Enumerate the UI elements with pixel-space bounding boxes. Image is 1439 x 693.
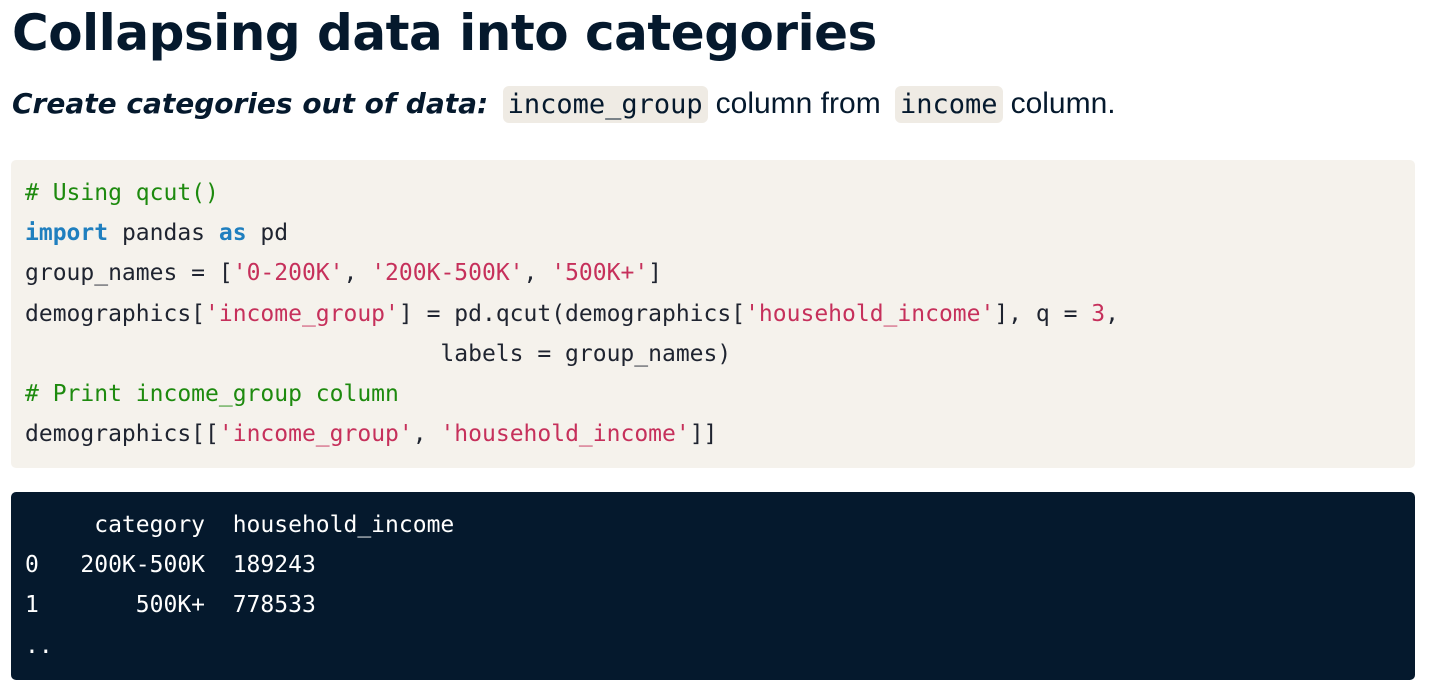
string-literal: '0-200K': [232, 260, 344, 287]
inline-code-income-group: income_group: [502, 86, 708, 123]
string-literal: 'income_group': [205, 300, 399, 327]
code-token: demographics[: [25, 300, 206, 327]
code-token: group_names = [: [25, 260, 233, 287]
string-literal: '500K+': [551, 260, 649, 287]
code-line-select-columns: demographics[['income_group', 'household…: [25, 414, 1415, 454]
code-token: ] = pd.qcut(demographics[: [398, 300, 746, 327]
keyword-as: as: [218, 220, 247, 247]
string-literal: '200K-500K': [371, 260, 524, 287]
slide-subtitle: Create categories out of data: income_gr…: [12, 84, 1116, 125]
code-line-import: import pandas as pd: [25, 213, 1415, 253]
code-token: ]: [648, 260, 663, 287]
code-token: ]]: [689, 421, 718, 448]
code-token: ,: [343, 260, 372, 287]
subtitle-middle: column from: [715, 87, 881, 120]
string-literal: 'household_income': [745, 300, 995, 327]
slide-title: Collapsing data into categories: [12, 4, 877, 62]
code-line-group-names: group_names = ['0-200K', '200K-500K', '5…: [25, 253, 1415, 293]
code-block: # Using qcut() import pandas as pd group…: [11, 160, 1415, 468]
output-header-row: category household_income: [25, 512, 455, 538]
output-row: 0 200K-500K 189243: [25, 552, 316, 579]
subtitle-tail: column.: [1010, 87, 1116, 120]
code-line-qcut-call: demographics['income_group'] = pd.qcut(d…: [25, 294, 1415, 334]
output-ellipsis: ..: [25, 632, 53, 659]
keyword-import: import: [25, 220, 109, 247]
inline-code-income: income: [895, 86, 1003, 123]
code-token: ,: [412, 421, 441, 448]
code-token: demographics[[: [25, 421, 219, 448]
code-token: ], q =: [994, 300, 1092, 327]
number-literal: 3: [1091, 300, 1106, 327]
string-literal: 'household_income': [440, 421, 690, 448]
module-alias: pd: [246, 220, 289, 247]
module-name: pandas: [108, 220, 219, 247]
output-row: 1 500K+ 778533: [25, 592, 316, 619]
code-token: ,: [1105, 300, 1119, 327]
code-token: ,: [523, 260, 552, 287]
subtitle-lead: Create categories out of data:: [12, 87, 489, 120]
code-line-comment-print: # Print income_group column: [25, 380, 399, 407]
output-block: category household_income 0 200K-500K 18…: [11, 492, 1415, 680]
string-literal: 'income_group': [218, 421, 413, 448]
code-line-labels: labels = group_names): [25, 340, 732, 367]
code-line-comment-qcut: # Using qcut(): [25, 180, 219, 206]
